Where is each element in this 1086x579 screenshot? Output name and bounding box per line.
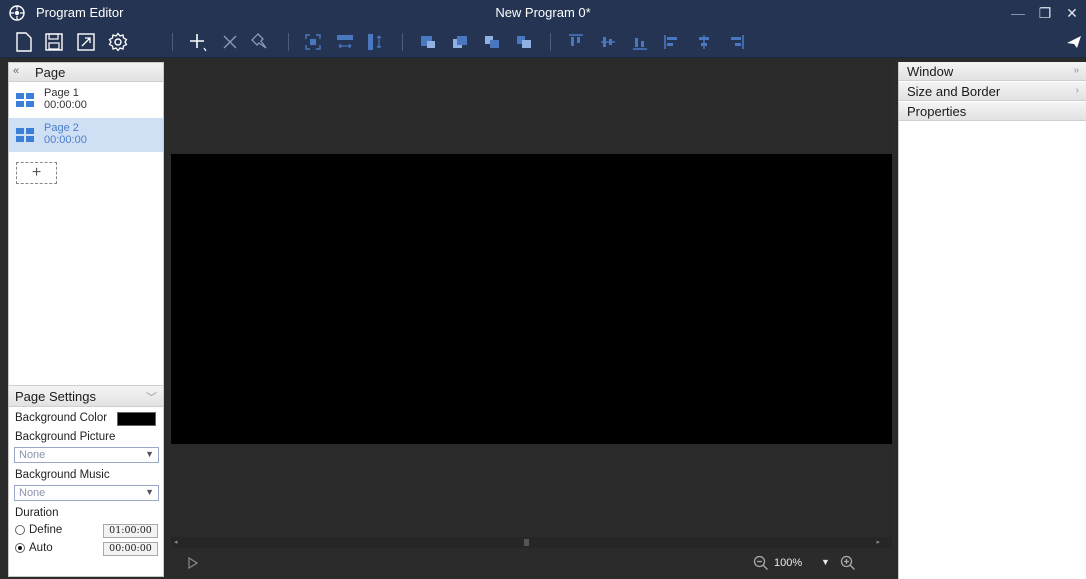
page-settings-title: Page Settings	[15, 389, 96, 404]
align-left-icon[interactable]	[660, 30, 684, 54]
background-music-select[interactable]: None ▼	[14, 485, 159, 501]
forward-icon[interactable]	[480, 30, 504, 54]
scroll-right-icon[interactable]: ▸	[876, 538, 880, 546]
radio-button[interactable]	[15, 543, 25, 553]
pin-icon[interactable]	[248, 30, 272, 54]
right-panel: Window » Size and Border › Properties	[898, 62, 1086, 579]
background-music-value: None	[19, 487, 46, 499]
auto-time-field[interactable]: 00:00:00	[103, 542, 158, 556]
align-top-icon[interactable]	[564, 30, 588, 54]
restore-button[interactable]: ❐	[1033, 2, 1057, 24]
page-name: Page 1	[44, 87, 79, 99]
define-time-field[interactable]: 01:00:00	[103, 524, 158, 538]
background-picture-value: None	[19, 449, 46, 461]
same-height-icon[interactable]	[363, 30, 387, 54]
align-bottom-icon[interactable]	[628, 30, 652, 54]
zoom-out-icon[interactable]	[753, 555, 769, 574]
scroll-left-icon[interactable]: ◂	[174, 538, 178, 546]
backward-icon[interactable]	[512, 30, 536, 54]
page-duration: 00:00:00	[44, 134, 87, 146]
export-icon[interactable]	[74, 30, 98, 54]
minimize-button[interactable]: —	[1006, 2, 1030, 24]
background-picture-select[interactable]: None ▼	[14, 447, 159, 463]
align-center-icon[interactable]	[692, 30, 716, 54]
new-file-icon[interactable]	[12, 30, 36, 54]
canvas-bottom-bar: 100% ▼	[171, 548, 892, 579]
page-list-item[interactable]: Page 1 00:00:00	[9, 83, 163, 117]
radio-button[interactable]	[15, 525, 25, 535]
add-page-button[interactable]: +	[16, 162, 57, 184]
zoom-in-icon[interactable]	[840, 555, 856, 574]
page-panel-title: Page	[35, 65, 66, 80]
window-section-label: Window	[907, 64, 954, 79]
zoom-level[interactable]: 100%	[774, 557, 802, 569]
zoom-dropdown-arrow-icon[interactable]: ▼	[821, 557, 830, 567]
page-settings-header[interactable]: Page Settings ﹀	[9, 385, 163, 407]
chevron-down-icon[interactable]: ﹀	[146, 389, 157, 405]
properties-label: Properties	[907, 104, 967, 119]
page-name: Page 2	[44, 122, 79, 134]
define-label: Define	[29, 524, 63, 536]
align-right-icon[interactable]	[724, 30, 748, 54]
program-canvas[interactable]	[171, 154, 892, 444]
program-editor-window: Program Editor New Program 0* — ❐ ✕ « Pa…	[0, 0, 1086, 579]
page-settings-panel: Page Settings ﹀ Background Color Backgro…	[9, 385, 163, 576]
close-button[interactable]: ✕	[1060, 2, 1084, 24]
fit-icon[interactable]	[301, 30, 325, 54]
page-panel: « Page Page 1 00:00:00 Page 2 00:00:00 +…	[8, 62, 164, 577]
settings-icon[interactable]	[106, 30, 130, 54]
horizontal-scrollbar[interactable]: ◂ ▸	[171, 537, 892, 548]
bring-front-icon[interactable]	[416, 30, 440, 54]
toolbar	[0, 26, 1086, 58]
play-icon[interactable]	[188, 556, 199, 572]
page-list-item[interactable]: Page 2 00:00:00	[9, 118, 163, 152]
background-color-picker[interactable]	[117, 412, 156, 426]
window-section-header[interactable]: Window »	[899, 62, 1086, 81]
dropdown-arrow-icon: ▼	[145, 449, 154, 459]
size-border-section-header[interactable]: Size and Border ›	[899, 82, 1086, 101]
scrollbar-thumb[interactable]	[524, 539, 529, 546]
document-title: New Program 0*	[495, 5, 591, 20]
title-bar: Program Editor New Program 0* — ❐ ✕	[0, 0, 1086, 26]
properties-section-header[interactable]: Properties	[899, 102, 1086, 121]
duration-label: Duration	[15, 507, 59, 519]
save-icon[interactable]	[42, 30, 66, 54]
app-logo-icon	[9, 5, 25, 21]
background-music-label: Background Music	[15, 469, 110, 481]
chevron-right-icon[interactable]: ›	[1076, 85, 1079, 96]
background-picture-label: Background Picture	[15, 431, 116, 443]
add-window-icon[interactable]	[186, 30, 210, 54]
dropdown-arrow-icon: ▼	[145, 487, 154, 497]
duration-define-radio[interactable]: Define	[15, 523, 95, 539]
app-title: Program Editor	[36, 5, 124, 20]
same-width-icon[interactable]	[333, 30, 357, 54]
canvas-workspace[interactable]	[171, 62, 892, 542]
send-icon[interactable]	[1062, 30, 1086, 54]
size-border-label: Size and Border	[907, 84, 1001, 99]
expand-panel-icon[interactable]: »	[1073, 65, 1079, 76]
page-thumbnail-icon	[16, 128, 34, 142]
send-back-icon[interactable]	[448, 30, 472, 54]
duration-auto-radio[interactable]: Auto	[15, 541, 95, 557]
page-thumbnail-icon	[16, 93, 34, 107]
page-panel-header: « Page	[9, 63, 163, 82]
background-color-label: Background Color	[15, 412, 108, 424]
collapse-panel-button[interactable]: «	[13, 65, 19, 77]
align-middle-icon[interactable]	[596, 30, 620, 54]
page-duration: 00:00:00	[44, 99, 87, 111]
delete-icon[interactable]	[218, 30, 242, 54]
auto-label: Auto	[29, 542, 53, 554]
